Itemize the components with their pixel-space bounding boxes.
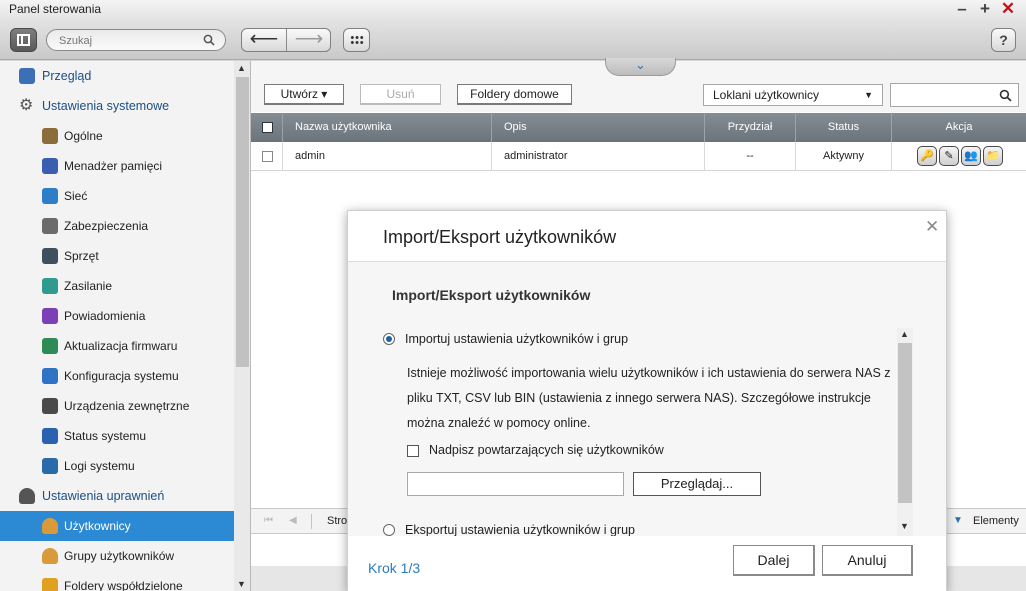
file-path-input[interactable] — [407, 472, 624, 496]
step-indicator: Krok 1/3 — [368, 560, 421, 576]
expand-toolbar-tab[interactable]: ⌄ — [605, 58, 676, 76]
import-description: Istnieje możliwość importowania wielu uż… — [407, 366, 891, 430]
export-option-label[interactable]: Eksportuj ustawienia użytkowników i grup — [405, 523, 635, 536]
export-radio[interactable] — [383, 524, 395, 536]
modal-overlay: Import/Eksport użytkowników ✕ Import/Eks… — [0, 0, 1026, 591]
dialog-title: Import/Eksport użytkowników — [383, 227, 617, 247]
dialog-scroll-thumb[interactable] — [898, 343, 912, 503]
section-title: Import/Eksport użytkowników — [392, 287, 591, 303]
browse-button[interactable]: Przeglądaj... — [633, 472, 761, 496]
dialog-scrollbar[interactable]: ▲ ▼ — [897, 328, 913, 536]
import-option-label[interactable]: Importuj ustawienia użytkowników i grup — [405, 332, 628, 346]
dialog-body: Import/Eksport użytkowników Importuj ust… — [348, 262, 946, 536]
scroll-down-icon[interactable]: ▼ — [900, 521, 909, 531]
import-radio[interactable] — [383, 333, 395, 345]
import-export-dialog: Import/Eksport użytkowników ✕ Import/Eks… — [347, 210, 947, 591]
scroll-up-icon[interactable]: ▲ — [900, 329, 909, 339]
dialog-close-icon[interactable]: ✕ — [925, 217, 939, 237]
cancel-button[interactable]: Anuluj — [822, 545, 913, 576]
overwrite-checkbox[interactable] — [407, 445, 419, 457]
overwrite-label[interactable]: Nadpisz powtarzających się użytkowników — [429, 443, 664, 457]
next-button[interactable]: Dalej — [733, 545, 815, 576]
